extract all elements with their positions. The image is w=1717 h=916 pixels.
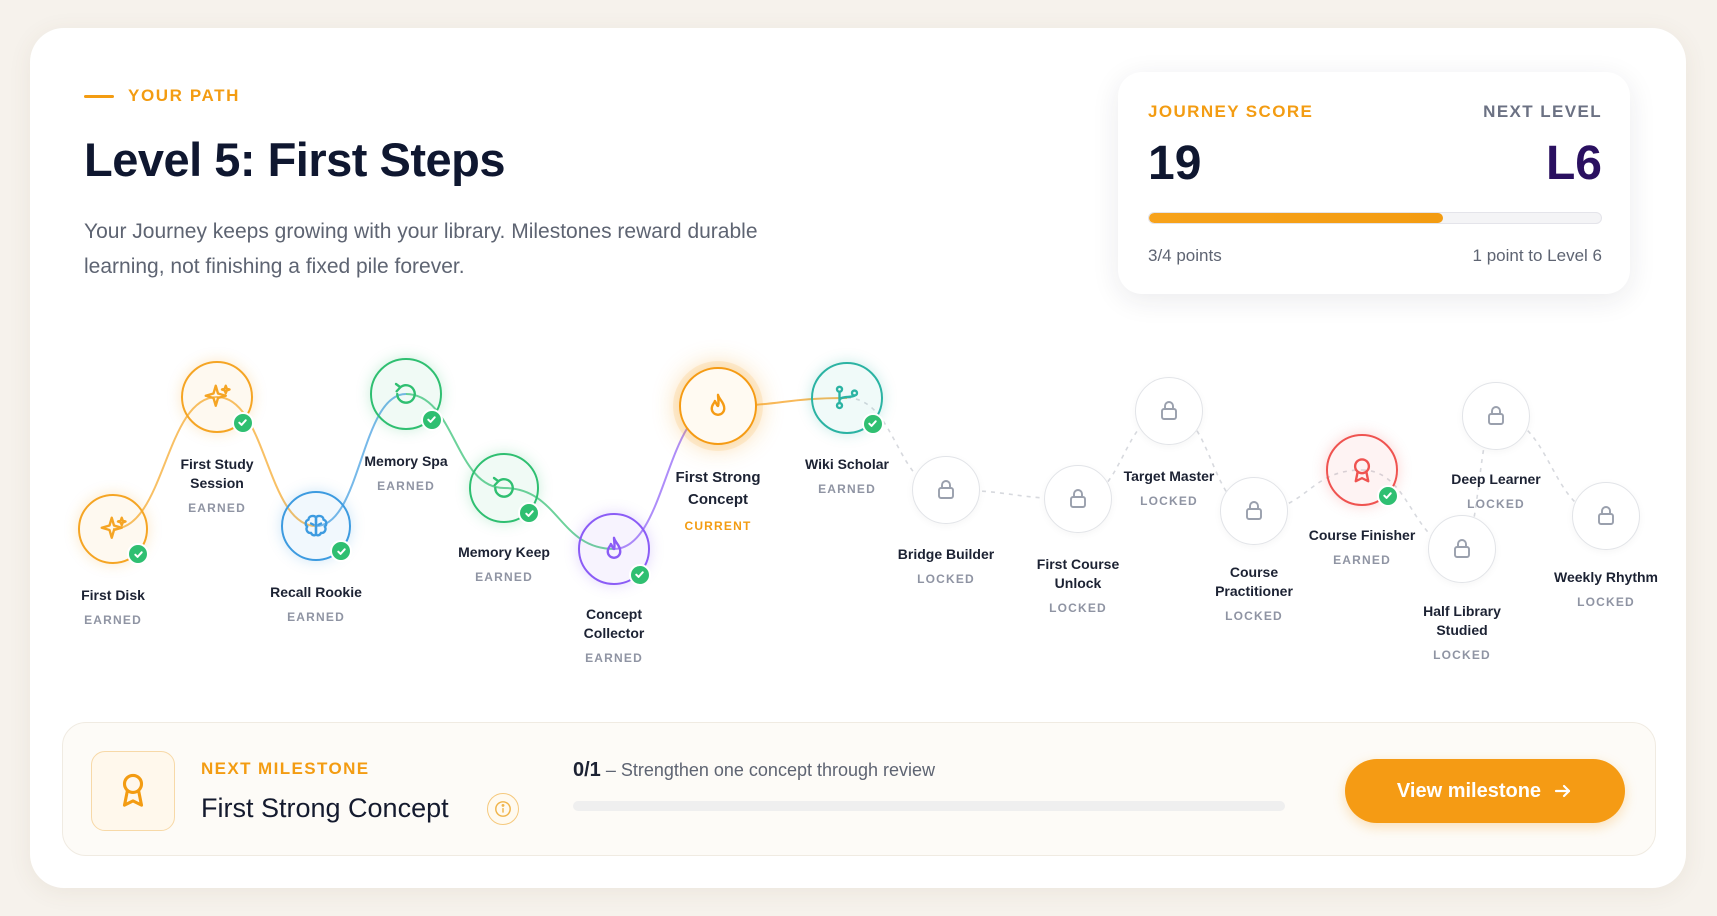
lock-icon: [1484, 404, 1508, 428]
milestone-status: LOCKED: [917, 572, 975, 586]
next-milestone-icon-box: [91, 751, 175, 831]
flame-icon: [703, 391, 733, 421]
milestone-name: First Course Unlock: [1036, 556, 1120, 591]
lock-icon: [1157, 399, 1181, 423]
milestone-name: Concept Collector: [583, 606, 645, 641]
milestone-name: Target Master: [1123, 468, 1215, 484]
milestone-badge[interactable]: [1135, 377, 1203, 445]
milestone-status: EARNED: [188, 501, 246, 515]
next-milestone-title: First Strong Concept: [201, 793, 449, 823]
milestone-badge[interactable]: [679, 367, 757, 445]
milestone-status: EARNED: [287, 610, 345, 624]
milestone-name: First Study Session: [180, 456, 254, 491]
next-milestone-progress-count: 0/1: [573, 759, 601, 781]
view-milestone-button[interactable]: View milestone: [1345, 759, 1625, 823]
milestone-status: CURRENT: [684, 519, 752, 533]
milestone-badge[interactable]: [1572, 482, 1640, 550]
milestone-status: EARNED: [818, 482, 876, 496]
milestone-status: LOCKED: [1467, 497, 1525, 511]
milestone-status: LOCKED: [1225, 609, 1283, 623]
info-icon[interactable]: [487, 793, 519, 825]
milestone-name: Memory Keep: [458, 544, 550, 560]
refresh-icon: [489, 473, 519, 503]
milestone-status: LOCKED: [1049, 601, 1107, 615]
arrow-right-icon: [1554, 784, 1571, 798]
brain-icon: [301, 511, 331, 541]
milestone-badge[interactable]: [1428, 515, 1496, 583]
milestone-badge[interactable]: [1220, 477, 1288, 545]
milestone-name: Half Library Studied: [1423, 603, 1501, 638]
check-icon: [231, 411, 254, 434]
check-icon: [420, 408, 443, 431]
sparkle-icon: [202, 382, 232, 412]
milestone-name: First Disk: [81, 587, 145, 603]
award-icon: [122, 773, 144, 807]
refresh-icon: [391, 379, 421, 409]
milestone-name: Memory Spa: [364, 453, 448, 469]
view-milestone-label: View milestone: [1396, 779, 1542, 802]
lock-icon: [1450, 537, 1474, 561]
check-icon: [1376, 484, 1399, 507]
milestone-status: EARNED: [475, 570, 533, 584]
milestone-badge[interactable]: [912, 456, 980, 524]
lock-icon: [1066, 487, 1090, 511]
milestone-name: Wiki Scholar: [805, 456, 889, 472]
flame-icon: [599, 534, 629, 564]
milestone-name: Weekly Rhythm: [1554, 569, 1658, 585]
milestone-name: Course Finisher: [1308, 527, 1416, 543]
next-milestone-progress-bar: [573, 801, 1285, 811]
milestone-status: LOCKED: [1433, 648, 1491, 662]
next-milestone-label: NEXT MILESTONE: [201, 759, 370, 778]
milestone-badge[interactable]: [1462, 382, 1530, 450]
next-milestone-panel: NEXT MILESTONE First Strong Concept 0/1 …: [62, 722, 1656, 856]
check-icon: [628, 563, 651, 586]
milestone-name: First Strong Concept: [675, 469, 761, 508]
award-icon: [1347, 455, 1377, 485]
check-icon: [861, 412, 884, 435]
lock-icon: [1242, 499, 1266, 523]
milestone-status: EARNED: [1333, 553, 1391, 567]
milestone-status: LOCKED: [1577, 595, 1635, 609]
milestone-name: Deep Learner: [1451, 471, 1541, 487]
next-milestone-progress-text: 0/1 – Strengthen one concept through rev…: [573, 759, 935, 782]
lock-icon: [1594, 504, 1618, 528]
milestone-status: EARNED: [377, 479, 435, 493]
lock-icon: [934, 478, 958, 502]
branch-icon: [832, 383, 862, 413]
next-milestone-progress-desc: – Strengthen one concept through review: [600, 760, 936, 780]
milestone-status: EARNED: [585, 651, 643, 665]
milestone-name: Course Practitioner: [1215, 564, 1293, 599]
milestone-name: Recall Rookie: [270, 584, 362, 600]
milestone-name: Bridge Builder: [897, 546, 995, 562]
milestone-status: EARNED: [84, 613, 142, 627]
sparkle-icon: [98, 514, 128, 544]
